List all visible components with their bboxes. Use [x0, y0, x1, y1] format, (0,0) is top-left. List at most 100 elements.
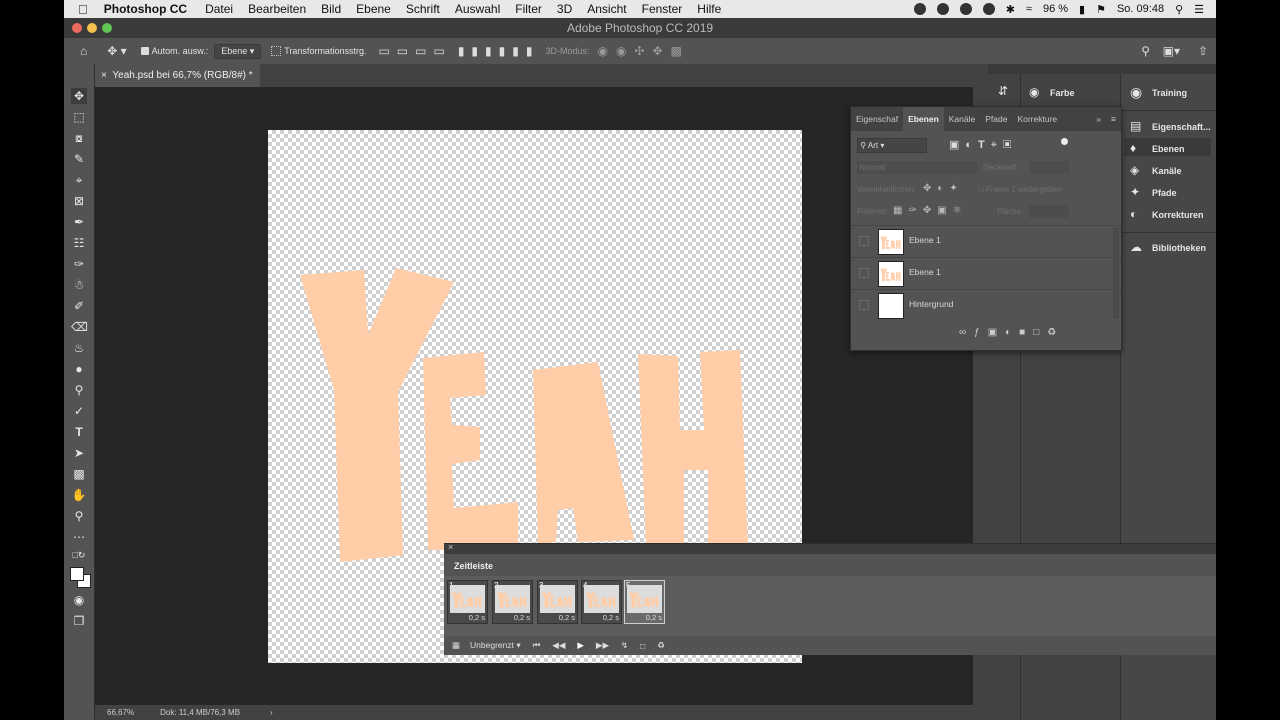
layer-filter-select[interactable]: ⚲ Art ▾ — [857, 138, 927, 153]
spotlight-icon[interactable]: ⚲ — [1175, 3, 1183, 16]
eraser-tool-icon[interactable]: ⌫ — [71, 319, 88, 335]
frame-delay[interactable]: 0,2 s — [514, 613, 530, 622]
menu-fenster[interactable]: Fenster — [642, 2, 683, 16]
hand-tool-icon[interactable]: ✋ — [71, 487, 87, 503]
skype-icon[interactable] — [936, 3, 949, 15]
distribute-icons[interactable]: ▮▮▮▮▮▮ — [458, 44, 540, 58]
visibility-toggle[interactable] — [859, 236, 869, 246]
menu-ansicht[interactable]: Ansicht — [587, 2, 626, 16]
first-frame-icon[interactable]: ⏮ — [533, 640, 541, 651]
frame-delay[interactable]: 0,2 s — [646, 613, 662, 622]
more-tools-icon[interactable]: ⋯ — [71, 529, 87, 545]
loop-select[interactable]: Unbegrenzt ▾ — [470, 640, 521, 651]
panel-expand-icon[interactable]: » — [1091, 107, 1106, 131]
zoom-level[interactable]: 66,67% — [107, 708, 134, 717]
tab-pfade[interactable]: Pfade — [980, 107, 1012, 131]
paths-icon[interactable]: ✦ — [1130, 185, 1140, 199]
dodge-tool-icon[interactable]: ⚲ — [71, 382, 87, 398]
crop-tool-icon[interactable]: ⌖ — [71, 172, 87, 188]
record-icon[interactable] — [913, 3, 926, 15]
prev-frame-icon[interactable]: ◀◀ — [552, 640, 565, 651]
blend-mode-select[interactable]: Normal — [857, 161, 977, 174]
properties-icon[interactable]: ▤ — [1130, 119, 1141, 133]
shape-tool-icon[interactable]: ▩ — [71, 466, 87, 482]
lasso-tool-icon[interactable]: ⧇ — [71, 130, 87, 146]
tab-kanaele[interactable]: Kanäle — [944, 107, 980, 131]
frame-delay[interactable]: 0,2 s — [469, 613, 485, 622]
workspace-icon[interactable]: ▣▾ — [1163, 44, 1180, 58]
lightbulb-icon[interactable]: ◉ — [1130, 84, 1142, 101]
panel-menu-icon[interactable]: ≡ — [1106, 107, 1121, 131]
channels-icon[interactable]: ◈ — [1130, 163, 1139, 177]
close-window-button[interactable] — [72, 23, 82, 33]
status-menu-arrow[interactable]: › — [270, 708, 273, 717]
healing-brush-icon[interactable]: ☷ — [71, 235, 87, 251]
layer-name[interactable]: Ebene 1 — [909, 267, 941, 277]
menu-datei[interactable]: Datei — [205, 2, 233, 16]
next-frame-icon[interactable]: ▶▶ — [596, 640, 609, 651]
unify-icons[interactable]: ✥◐✦ — [923, 183, 964, 194]
fill-input[interactable] — [1029, 205, 1069, 218]
frame-tool-icon[interactable]: ⊠ — [71, 193, 87, 209]
stamp-tool-icon[interactable]: ☃ — [71, 277, 87, 293]
propagate-frame-checkbox[interactable]: □ Frame 1 weitergeben — [979, 185, 1062, 194]
menu-hilfe[interactable]: Hilfe — [697, 2, 721, 16]
tween-icon[interactable]: ↯ — [621, 640, 628, 651]
align-icons[interactable]: ▭▭▭▭ — [378, 44, 451, 58]
visibility-toggle[interactable] — [859, 300, 869, 310]
layer-filter-icons[interactable]: ▣◐T⌖▣ — [949, 138, 1017, 152]
auto-select-target-select[interactable]: Ebene ▾ — [214, 43, 262, 59]
move-tool-preset-icon[interactable]: ✥ ▾ — [107, 44, 126, 58]
quick-select-tool-icon[interactable]: ✎ — [71, 151, 87, 167]
tab-ebenen[interactable]: Ebenen — [903, 107, 944, 131]
menu-3d[interactable]: 3D — [557, 2, 572, 16]
layers-scrollbar[interactable] — [1113, 227, 1119, 319]
wifi-icon[interactable]: ≈ — [1026, 3, 1032, 15]
close-icon[interactable]: × — [101, 70, 107, 81]
tab-korrekturen[interactable]: Korrekture — [1012, 107, 1062, 131]
layer-row[interactable]: Ebene 1 — [851, 257, 1121, 289]
share-icon[interactable]: ⇧ — [1198, 44, 1208, 58]
layer-action-icons[interactable]: ∞ƒ▣◐■□♻ — [959, 327, 1064, 338]
animation-frame[interactable]: 3 0,2 s — [537, 580, 578, 624]
animation-frame[interactable]: 2 0,2 s — [492, 580, 533, 624]
frame-delay[interactable]: 0,2 s — [559, 613, 575, 622]
layers-icon[interactable]: ♦ — [1130, 141, 1136, 155]
layer-row[interactable]: Hintergrund — [851, 289, 1121, 321]
menu-auswahl[interactable]: Auswahl — [455, 2, 500, 16]
quick-mask-icon[interactable]: ◉ — [71, 592, 87, 608]
animation-frame-selected[interactable]: 5 0,2 s — [624, 580, 665, 624]
convert-timeline-icon[interactable]: ▦ — [452, 640, 460, 651]
menu-schrift[interactable]: Schrift — [406, 2, 440, 16]
lock-icons[interactable]: ▦✑✥▣⚛ — [893, 205, 968, 216]
layer-name[interactable]: Hintergrund — [909, 299, 953, 309]
path-select-icon[interactable]: ➤ — [71, 445, 87, 461]
dock-ebenen[interactable]: Ebenen — [1152, 144, 1185, 154]
move-tool-icon[interactable]: ✥ — [71, 88, 87, 104]
dock-korrekturen[interactable]: Korrekturen — [1152, 210, 1204, 220]
brush-tool-icon[interactable]: ✑ — [71, 256, 87, 272]
menu-ebene[interactable]: Ebene — [356, 2, 391, 16]
history-brush-icon[interactable]: ✐ — [71, 298, 87, 314]
visibility-toggle[interactable] — [859, 268, 869, 278]
history-icon[interactable]: ⇵ — [998, 84, 1008, 98]
delete-frame-icon[interactable]: ♻ — [657, 640, 665, 651]
menu-bearbeiten[interactable]: Bearbeiten — [248, 2, 306, 16]
palette-icon[interactable]: ◉ — [1029, 85, 1039, 99]
duplicate-frame-icon[interactable]: □ — [640, 641, 645, 651]
screen-mode-icon[interactable]: ❐ — [71, 613, 87, 629]
layer-name[interactable]: Ebene 1 — [909, 235, 941, 245]
dock-kanaele[interactable]: Kanäle — [1152, 166, 1182, 176]
paint-bucket-icon[interactable]: ♨ — [71, 340, 87, 356]
dock-eigenschaften[interactable]: Eigenschaft... — [1152, 122, 1211, 132]
app-menu[interactable]: Photoshop CC — [104, 2, 187, 16]
eyedropper-tool-icon[interactable]: ✒ — [71, 214, 87, 230]
timeline-tab[interactable]: Zeitleiste — [446, 556, 502, 576]
layer-row[interactable]: Ebene 1 — [851, 225, 1121, 257]
play-icon[interactable]: ▶ — [577, 640, 584, 651]
auto-select-checkbox[interactable]: Autom. ausw.: — [140, 46, 208, 56]
dock-training[interactable]: Training — [1152, 88, 1187, 98]
menu-filter[interactable]: Filter — [515, 2, 542, 16]
notification-icon[interactable]: ☰ — [1194, 3, 1204, 16]
pen-tool-icon[interactable]: ✓ — [71, 403, 87, 419]
